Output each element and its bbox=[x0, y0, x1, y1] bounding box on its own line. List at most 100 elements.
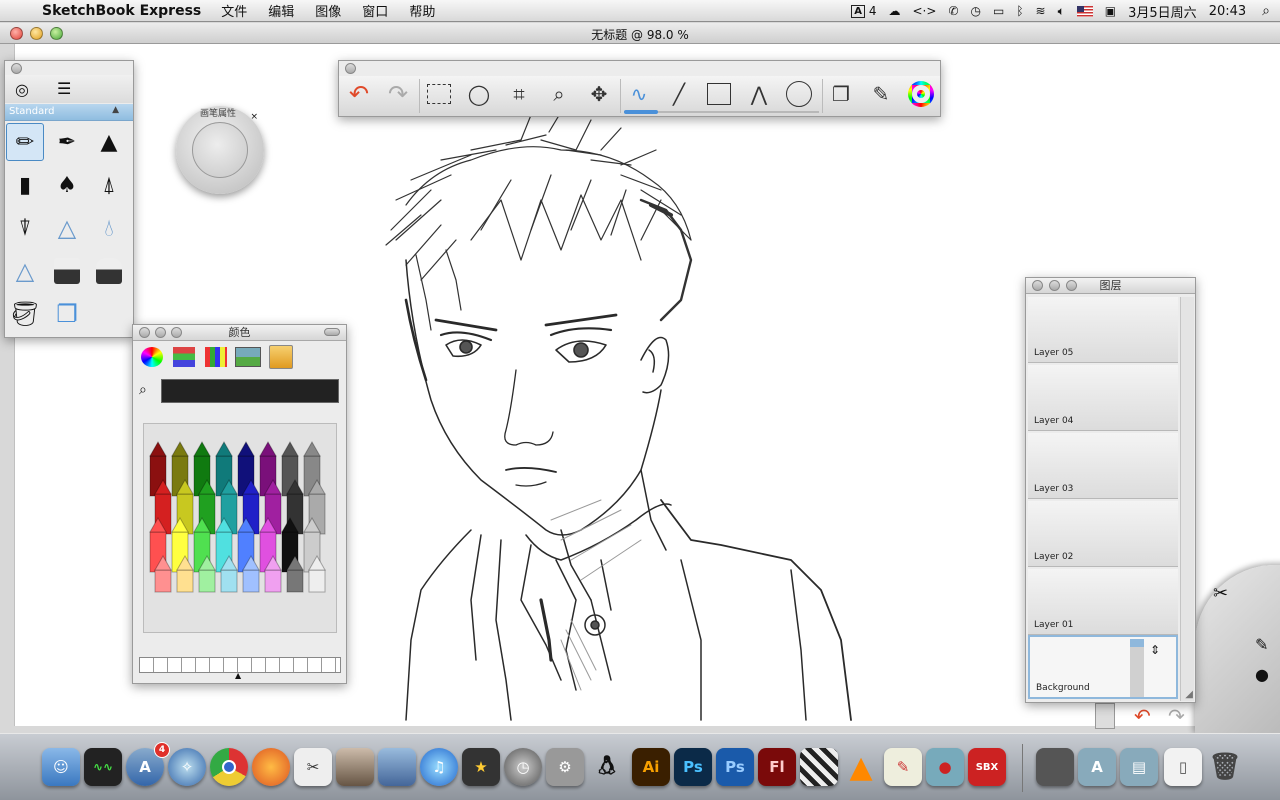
sketch-app-icon[interactable]: ✎ bbox=[884, 748, 922, 786]
menu-file[interactable]: 文件 bbox=[221, 1, 247, 20]
polyline-button[interactable]: ⋀ bbox=[742, 79, 776, 109]
layers-minimize-button[interactable] bbox=[1049, 280, 1060, 291]
vlc-icon[interactable]: ▲ bbox=[842, 748, 880, 786]
layers-zoom-button[interactable] bbox=[1066, 280, 1077, 291]
brushes-toggle-button[interactable]: ✎ bbox=[864, 79, 898, 109]
layers-close-button[interactable] bbox=[1032, 280, 1043, 291]
lagoon-layers-icon[interactable] bbox=[1095, 703, 1115, 729]
layer-04[interactable]: Layer 04 bbox=[1028, 365, 1178, 431]
brush-fill-layer[interactable]: ❐ bbox=[48, 295, 86, 333]
sketchbook-express-icon[interactable]: SBX bbox=[968, 748, 1006, 786]
lagoon-tools-icon[interactable]: ✂ bbox=[1213, 583, 1228, 604]
lasso-button[interactable]: ◯ bbox=[462, 79, 496, 109]
puck-center[interactable] bbox=[192, 122, 248, 178]
crayon-grid[interactable] bbox=[144, 424, 338, 634]
time-machine-icon[interactable]: ◷ bbox=[965, 0, 987, 22]
menu-help[interactable]: 帮助 bbox=[409, 1, 435, 20]
current-color-swatch[interactable] bbox=[161, 379, 339, 403]
layers-scrollbar[interactable] bbox=[1180, 297, 1194, 701]
puck-close-icon[interactable]: × bbox=[250, 112, 258, 122]
crayons-tab[interactable] bbox=[269, 345, 293, 369]
safari-icon[interactable]: ✧ bbox=[168, 748, 206, 786]
bluetooth-icon[interactable]: ᛒ bbox=[1010, 0, 1029, 22]
color-close-button[interactable] bbox=[139, 327, 150, 338]
lagoon-color-icon[interactable]: ● bbox=[1255, 665, 1269, 684]
rect-select-button[interactable] bbox=[422, 79, 456, 109]
photoshop-icon[interactable]: Ps bbox=[674, 748, 712, 786]
color-search-icon[interactable]: ⌕ bbox=[139, 382, 147, 398]
lagoon-undo-icon[interactable]: ↶ bbox=[1134, 704, 1151, 728]
adobe-updater-icon[interactable]: A 4 bbox=[845, 0, 882, 22]
toolbar-toggle-button[interactable] bbox=[324, 328, 340, 336]
resize-handle-icon[interactable]: ◢ bbox=[1185, 689, 1193, 700]
clock-date[interactable]: 3月5日周六 bbox=[1122, 0, 1203, 22]
layer-background[interactable]: Background ⇕ bbox=[1028, 635, 1178, 699]
redo-button[interactable]: ↷ bbox=[381, 79, 415, 109]
image-palette-tab[interactable] bbox=[235, 347, 261, 367]
color-sliders-tab[interactable] bbox=[173, 347, 195, 367]
iphoto-icon[interactable] bbox=[336, 748, 374, 786]
photo-booth-icon[interactable] bbox=[378, 748, 416, 786]
crayon[interactable] bbox=[220, 569, 238, 593]
brush-paintbrush[interactable]: ⍋ bbox=[90, 166, 128, 204]
undo-button[interactable]: ↶ bbox=[342, 79, 376, 109]
layer-01[interactable]: Layer 01 bbox=[1028, 569, 1178, 635]
brush-puck[interactable]: 画笔属性 × bbox=[176, 106, 264, 194]
brush-set-header[interactable]: Standard ▲ bbox=[5, 104, 133, 121]
itunes-icon[interactable]: ♫ bbox=[420, 748, 458, 786]
input-flag-icon[interactable] bbox=[1071, 0, 1099, 22]
zoom-button[interactable]: ⌕ bbox=[542, 79, 576, 109]
code-icon[interactable]: <·> bbox=[907, 0, 943, 22]
brush-blur[interactable]: 💧︎ bbox=[90, 209, 128, 247]
move-button[interactable]: ✥ bbox=[582, 79, 616, 109]
crayon[interactable] bbox=[286, 569, 304, 593]
app-store-icon[interactable]: A4 bbox=[126, 742, 170, 786]
crayon[interactable] bbox=[264, 569, 282, 593]
collapse-icon[interactable]: ▲ bbox=[112, 105, 119, 115]
menu-window[interactable]: 窗口 bbox=[362, 1, 388, 20]
document-icon[interactable]: ▯ bbox=[1164, 748, 1202, 786]
clock-time[interactable]: 20:43 bbox=[1203, 0, 1252, 22]
lagoon-brush-icon[interactable]: ✎ bbox=[1255, 635, 1268, 654]
brush-properties-icon[interactable]: ☰ bbox=[57, 79, 71, 98]
layers-toggle-button[interactable]: ❐ bbox=[824, 79, 858, 109]
layer-02[interactable]: Layer 02 bbox=[1028, 501, 1178, 567]
crop-button[interactable]: ⌗ bbox=[502, 79, 536, 109]
app-menu[interactable]: SketchBook Express bbox=[42, 3, 201, 19]
applications-folder-icon[interactable]: A bbox=[1078, 748, 1116, 786]
documents-folder-icon[interactable]: ▤ bbox=[1120, 748, 1158, 786]
stack-folder-icon[interactable] bbox=[1036, 748, 1074, 786]
color-palettes-tab[interactable] bbox=[205, 347, 227, 367]
brush-chisel-marker[interactable]: ▮ bbox=[6, 166, 44, 204]
chrome-icon[interactable] bbox=[210, 748, 248, 786]
brush-airbrush[interactable]: △ bbox=[48, 209, 86, 247]
volume-icon[interactable]: 🔈︎ bbox=[1052, 0, 1071, 22]
crayon[interactable] bbox=[154, 569, 172, 593]
menu-edit[interactable]: 编辑 bbox=[268, 1, 294, 20]
imovie-icon[interactable]: ★ bbox=[462, 748, 500, 786]
battery-icon[interactable]: ▣ bbox=[1099, 0, 1122, 22]
layer-menu-icon[interactable]: ⇕ bbox=[1150, 643, 1160, 657]
trash-icon[interactable]: 🗑︎ bbox=[1206, 748, 1244, 786]
finder-icon[interactable]: ☺ bbox=[42, 748, 80, 786]
color-wheel-button[interactable] bbox=[904, 79, 938, 109]
brush-palette-close-button[interactable] bbox=[11, 63, 22, 74]
wifi-icon[interactable]: ≋ bbox=[1030, 0, 1052, 22]
brush-ink[interactable]: ⍒ bbox=[6, 209, 44, 247]
brush-pencil[interactable]: ✏ bbox=[6, 123, 44, 161]
cloud-icon[interactable]: ☁ bbox=[883, 0, 907, 22]
color-minimize-button[interactable] bbox=[155, 327, 166, 338]
brush-ballpoint[interactable]: ♠ bbox=[48, 166, 86, 204]
qq-icon[interactable]: 🐧︎ bbox=[588, 748, 626, 786]
crayon[interactable] bbox=[176, 569, 194, 593]
lagoon-redo-icon[interactable]: ↷ bbox=[1168, 704, 1185, 728]
crayon[interactable] bbox=[308, 569, 326, 593]
crayon[interactable] bbox=[198, 569, 216, 593]
brush-pen[interactable]: ✒ bbox=[48, 123, 86, 161]
color-wheel-tab[interactable] bbox=[141, 347, 163, 367]
brush-soft-eraser[interactable] bbox=[90, 252, 128, 290]
swatch-resize-icon[interactable]: ▲ bbox=[235, 671, 241, 680]
brush-fill[interactable]: 🪣︎ bbox=[6, 295, 44, 333]
time-machine-dock-icon[interactable]: ◷ bbox=[504, 748, 542, 786]
illustrator-icon[interactable]: Ai bbox=[632, 748, 670, 786]
